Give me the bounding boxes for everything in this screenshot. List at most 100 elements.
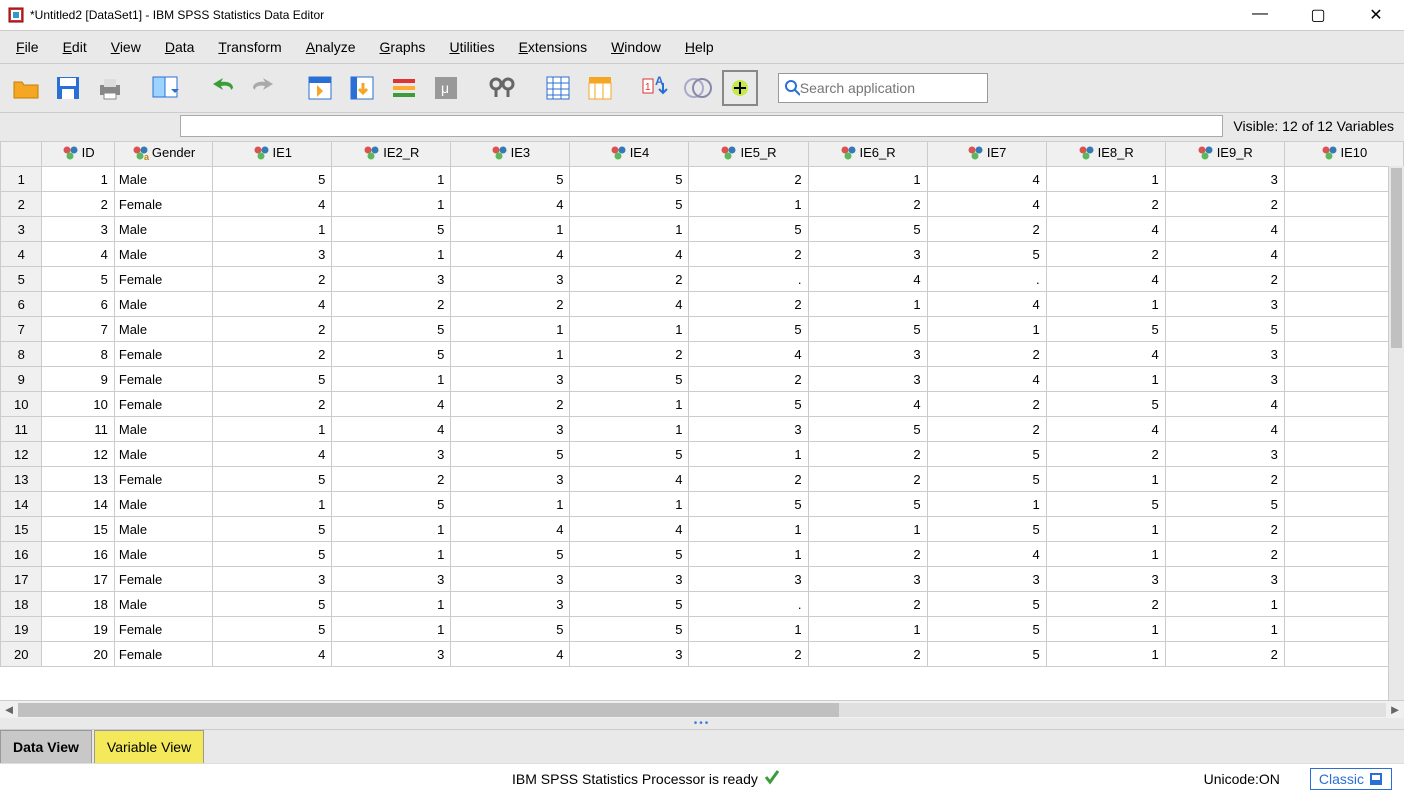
insert-cases-button[interactable]	[540, 70, 576, 106]
cell[interactable]: 2	[1046, 192, 1165, 217]
table-row[interactable]: 1818Male5135.2521.	[1, 592, 1404, 617]
cell[interactable]: 1	[1046, 467, 1165, 492]
close-button[interactable]: ✕	[1356, 5, 1396, 25]
table-row[interactable]: 44Male3144235245	[1, 242, 1404, 267]
select-cases-button[interactable]	[722, 70, 758, 106]
cell[interactable]: 14	[42, 492, 114, 517]
cell[interactable]: Female	[114, 192, 212, 217]
row-number[interactable]: 17	[1, 567, 42, 592]
cell[interactable]: 12	[42, 442, 114, 467]
cell[interactable]: 4	[927, 192, 1046, 217]
cell[interactable]: 3	[451, 367, 570, 392]
split-file-button[interactable]: 1A	[638, 70, 674, 106]
cell[interactable]: Male	[114, 317, 212, 342]
column-header-IE5_R[interactable]: IE5_R	[689, 142, 808, 167]
cell[interactable]: 2	[1046, 442, 1165, 467]
cell[interactable]: 2	[332, 467, 451, 492]
menu-help[interactable]: Help	[675, 35, 724, 59]
cell[interactable]: 2	[1046, 592, 1165, 617]
cell[interactable]: 5	[1284, 167, 1403, 192]
cell[interactable]: 1	[570, 317, 689, 342]
cell[interactable]: 3	[451, 567, 570, 592]
cell[interactable]: 1	[1284, 417, 1403, 442]
cell[interactable]: 1	[927, 317, 1046, 342]
table-row[interactable]: 1010Female2421542542	[1, 392, 1404, 417]
cell[interactable]: 2	[689, 242, 808, 267]
insert-variable-button[interactable]	[582, 70, 618, 106]
cell[interactable]: 5	[451, 442, 570, 467]
minimize-button[interactable]: —	[1240, 5, 1280, 25]
cell[interactable]: 20	[42, 642, 114, 667]
cell[interactable]: 2	[689, 642, 808, 667]
cell[interactable]: 5	[927, 617, 1046, 642]
cell[interactable]: 15	[42, 517, 114, 542]
print-button[interactable]	[92, 70, 128, 106]
cell[interactable]: 5	[1284, 242, 1403, 267]
cell[interactable]: 16	[42, 542, 114, 567]
horizontal-scrollbar[interactable]: ◄ ►	[0, 700, 1404, 718]
cell[interactable]: 1	[213, 417, 332, 442]
cell[interactable]: 5	[213, 617, 332, 642]
cell[interactable]: Female	[114, 642, 212, 667]
cell[interactable]: Female	[114, 617, 212, 642]
cell[interactable]: 1	[332, 367, 451, 392]
row-number[interactable]: 9	[1, 367, 42, 392]
cell[interactable]: 3	[570, 642, 689, 667]
table-row[interactable]: 33Male1511552441	[1, 217, 1404, 242]
cell[interactable]: 1	[1046, 292, 1165, 317]
cell[interactable]: 4	[927, 542, 1046, 567]
cell[interactable]: Male	[114, 592, 212, 617]
find-button[interactable]	[484, 70, 520, 106]
cell[interactable]: 3	[927, 567, 1046, 592]
row-number[interactable]: 6	[1, 292, 42, 317]
cell[interactable]: 5	[1284, 542, 1403, 567]
column-header-IE2_R[interactable]: IE2_R	[332, 142, 451, 167]
row-number[interactable]: 19	[1, 617, 42, 642]
cell[interactable]: 5	[213, 592, 332, 617]
cell[interactable]: 3	[689, 567, 808, 592]
cell[interactable]: 4	[1165, 242, 1284, 267]
cell[interactable]: 1	[808, 292, 927, 317]
cell[interactable]: Male	[114, 442, 212, 467]
column-header-IE6_R[interactable]: IE6_R	[808, 142, 927, 167]
cell[interactable]: Female	[114, 342, 212, 367]
cell[interactable]: 1	[927, 492, 1046, 517]
cell[interactable]: 2	[927, 417, 1046, 442]
cell[interactable]: 5	[689, 392, 808, 417]
cell[interactable]: 1	[689, 542, 808, 567]
row-number[interactable]: 13	[1, 467, 42, 492]
cell[interactable]: 2	[42, 192, 114, 217]
table-row[interactable]: 1111Male1431352441	[1, 417, 1404, 442]
cell[interactable]: 1	[332, 517, 451, 542]
cell[interactable]: 3	[1284, 567, 1403, 592]
table-row[interactable]: 99Female5135234135	[1, 367, 1404, 392]
cell[interactable]: 2	[808, 192, 927, 217]
cell[interactable]: 5	[927, 467, 1046, 492]
cell[interactable]: 1	[451, 492, 570, 517]
cell[interactable]: 3	[332, 267, 451, 292]
cell[interactable]: 8	[42, 342, 114, 367]
row-number[interactable]: 2	[1, 192, 42, 217]
cell[interactable]: 5	[927, 442, 1046, 467]
cell[interactable]: 4	[451, 517, 570, 542]
cell[interactable]: .	[689, 267, 808, 292]
cell[interactable]: 2	[451, 392, 570, 417]
scroll-left-arrow[interactable]: ◄	[0, 702, 18, 717]
cell[interactable]: 5	[808, 417, 927, 442]
menu-graphs[interactable]: Graphs	[370, 35, 436, 59]
cell[interactable]: 5	[689, 492, 808, 517]
cell[interactable]: 5	[1284, 367, 1403, 392]
cell[interactable]: 1	[1165, 592, 1284, 617]
table-row[interactable]: 77Male2511551551	[1, 317, 1404, 342]
cell[interactable]: 1	[1284, 317, 1403, 342]
cell[interactable]: 2	[808, 592, 927, 617]
cell-reference-box[interactable]	[180, 115, 1223, 137]
cell[interactable]: 5	[213, 542, 332, 567]
cell[interactable]: 1	[451, 217, 570, 242]
cell[interactable]: 1	[1046, 542, 1165, 567]
cell[interactable]: 4	[1046, 267, 1165, 292]
cell[interactable]: 5	[1046, 392, 1165, 417]
cell[interactable]: 3	[1165, 567, 1284, 592]
cell[interactable]: 1	[808, 617, 927, 642]
cell[interactable]: 1	[42, 167, 114, 192]
